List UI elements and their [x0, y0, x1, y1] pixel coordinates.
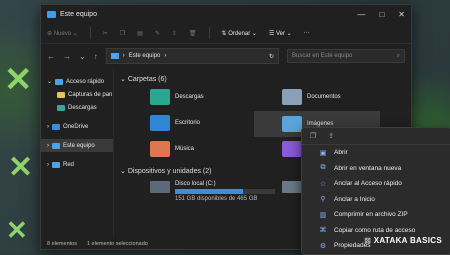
sidebar-item-descargas[interactable]: Descargas — [41, 101, 113, 114]
navigation-pane: ⌄ Acceso rápido Capturas de pan Descarga… — [41, 69, 114, 237]
decorative-x-icon: ✕ — [8, 151, 34, 184]
sidebar-item-capturas[interactable]: Capturas de pan — [41, 88, 113, 101]
computer-icon — [52, 142, 60, 149]
breadcrumb-chevron-icon: › — [122, 53, 125, 59]
view-button[interactable]: ☰ Ver ⌄ — [269, 30, 292, 37]
open-icon: ▣ — [319, 149, 327, 157]
context-menu-toolbar: ❐ ⇪ — [302, 128, 450, 145]
sidebar-item-onedrive[interactable]: › OneDrive — [41, 120, 113, 133]
folder-musica[interactable]: Música — [150, 141, 194, 157]
cloud-icon — [52, 123, 60, 130]
documents-folder-icon — [282, 89, 302, 105]
zip-icon: ▥ — [319, 211, 327, 219]
computer-icon — [110, 53, 119, 59]
sidebar-item-red[interactable]: › Red — [41, 158, 113, 171]
watermark: ⊠ XATAKA BASICS — [364, 236, 442, 245]
path-icon: ⌘ — [319, 227, 327, 235]
address-row: ← → ⌄ ↑ › Este equipo › ↻ Buscar en Este… — [41, 44, 411, 68]
properties-icon: ⚙ — [319, 242, 327, 250]
new-window-icon: ⧉ — [320, 164, 326, 172]
search-icon: ⌕ — [396, 52, 400, 59]
menu-item-abrir-ventana-nueva[interactable]: ⧉ Abrir en ventana nueva — [302, 161, 450, 177]
download-folder-icon — [150, 89, 170, 105]
decorative-x-icon: ✕ — [4, 61, 33, 99]
copy-icon[interactable]: ❐ — [120, 30, 125, 37]
desktop-folder-icon — [150, 115, 170, 131]
status-bar: 8 elementos 1 elemento seleccionado — [47, 241, 148, 247]
minimize-button[interactable]: — — [357, 10, 365, 19]
more-button[interactable]: ··· — [304, 30, 310, 36]
command-bar: ⊕ Nuevo ⌄ ✂ ❐ ▤ ✎ ⇪ 🗑 ⇅ Ordenar ⌄ ☰ Ver … — [41, 23, 411, 44]
star-icon — [55, 78, 64, 85]
title-bar: Este equipo — □ ✕ — [41, 5, 411, 23]
copy-icon[interactable]: ❐ — [310, 132, 316, 140]
menu-item-abrir[interactable]: ▣ Abrir — [302, 145, 450, 161]
divider — [208, 27, 210, 39]
breadcrumb-chevron-icon: › — [164, 53, 167, 59]
folders-section-header[interactable]: ⌄ Carpetas (6) — [120, 75, 167, 83]
network-icon — [52, 161, 60, 168]
folder-documentos[interactable]: Documentos — [282, 89, 341, 105]
forward-arrow-icon[interactable]: → — [63, 52, 71, 61]
sidebar-item-este-equipo[interactable]: › Este equipo — [41, 139, 113, 152]
close-button[interactable]: ✕ — [398, 10, 405, 19]
drives-section-header[interactable]: ⌄ Dispositivos y unidades (2) — [120, 167, 211, 175]
hard-drive-icon — [150, 181, 170, 193]
drive-2[interactable] — [282, 181, 302, 193]
menu-item-anclar-acceso-rapido[interactable]: ☆ Anclar al Acceso rápido — [302, 176, 450, 192]
rename-icon[interactable]: ✎ — [155, 30, 160, 37]
share-icon[interactable]: ⇪ — [172, 30, 177, 37]
videos-folder-icon — [282, 141, 302, 157]
folder-descargas[interactable]: Descargas — [150, 89, 204, 105]
pin-icon: ⚲ — [320, 196, 326, 204]
decorative-x-icon: ✕ — [6, 215, 28, 245]
up-arrow-icon[interactable]: ↑ — [94, 52, 98, 61]
sort-button[interactable]: ⇅ Ordenar ⌄ — [222, 30, 257, 37]
window-title: Este equipo — [60, 10, 97, 18]
menu-item-comprimir-zip[interactable]: ▥ Comprimir en archivo ZIP — [302, 207, 450, 223]
sidebar-item-quick-access[interactable]: ⌄ Acceso rápido — [41, 75, 113, 88]
pictures-folder-icon — [282, 116, 302, 132]
cut-icon[interactable]: ✂ — [103, 30, 108, 37]
paste-icon[interactable]: ▤ — [137, 30, 143, 37]
new-button[interactable]: ⊕ Nuevo ⌄ — [47, 30, 78, 37]
drive-usage-bar — [175, 189, 275, 194]
chevron-down-icon[interactable]: ⌄ — [79, 52, 86, 61]
computer-icon — [47, 10, 56, 18]
share-icon[interactable]: ⇪ — [328, 132, 334, 140]
drive-usage-fill — [175, 189, 243, 194]
address-bar[interactable]: › Este equipo › ↻ — [105, 48, 279, 64]
download-icon — [57, 104, 65, 111]
watermark-x-icon: ⊠ — [364, 236, 374, 245]
music-folder-icon — [150, 141, 170, 157]
breadcrumb: Este equipo — [128, 53, 161, 59]
drive-icon — [282, 181, 302, 193]
folder-escritorio[interactable]: Escritorio — [150, 115, 200, 131]
star-icon: ☆ — [319, 180, 327, 188]
maximize-button[interactable]: □ — [379, 10, 384, 19]
folder-videos[interactable] — [282, 141, 302, 157]
folder-icon — [57, 91, 65, 98]
search-input[interactable]: Buscar en Este equipo ⌕ — [287, 49, 405, 63]
drive-c[interactable]: Disco local (C:) 151 GB disponibles de 4… — [150, 181, 275, 202]
menu-item-anclar-inicio[interactable]: ⚲ Anclar a Inicio — [302, 192, 450, 208]
back-arrow-icon[interactable]: ← — [47, 52, 55, 61]
refresh-icon[interactable]: ↻ — [269, 53, 274, 60]
divider — [89, 27, 91, 39]
delete-icon[interactable]: 🗑 — [189, 30, 197, 37]
